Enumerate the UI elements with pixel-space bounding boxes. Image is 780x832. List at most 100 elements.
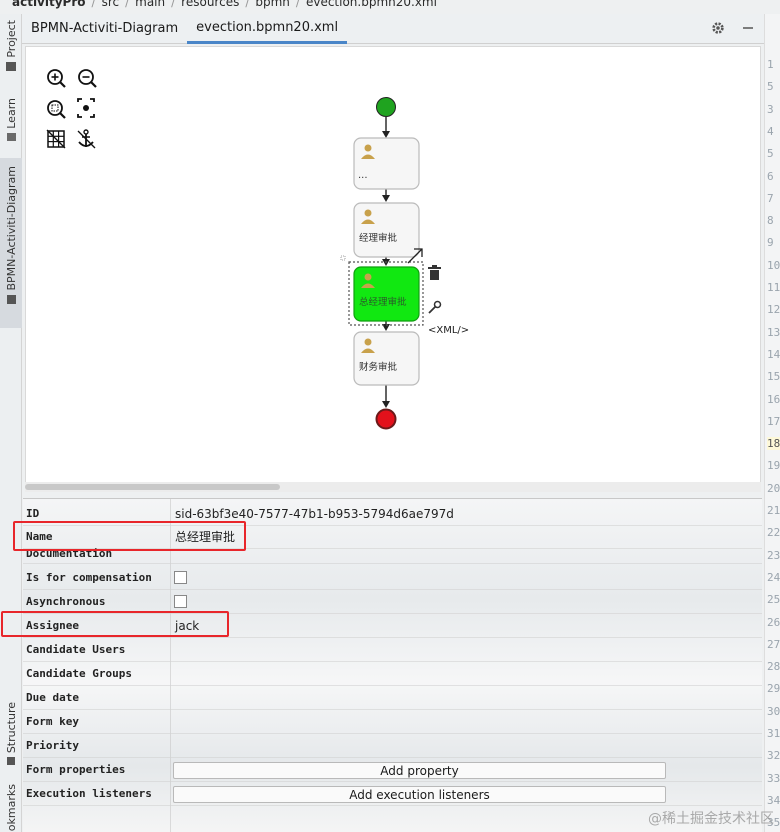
line-number: 25	[767, 593, 780, 607]
diagram-icon	[6, 294, 16, 304]
line-number: 10	[767, 258, 780, 272]
is-for-compensation-checkbox[interactable]	[174, 571, 187, 584]
property-row-form-key: Form key	[23, 710, 762, 734]
tab-project-label: Project	[4, 20, 18, 58]
structure-icon	[7, 757, 15, 766]
tab-bookmarks[interactable]: okmarks	[0, 784, 22, 832]
breadcrumb-bpmn[interactable]: bpmn	[255, 0, 290, 9]
breadcrumb-separator: /	[245, 0, 250, 9]
property-key: Asynchronous	[26, 595, 106, 608]
line-number: 8	[767, 214, 774, 228]
breadcrumb-resources[interactable]: resources	[181, 0, 239, 9]
line-number: 5	[767, 80, 774, 94]
task-label: ...	[358, 170, 368, 181]
line-number: 1	[767, 58, 774, 71]
line-number: 9	[767, 236, 774, 250]
property-row-candidate-groups: Candidate Groups	[23, 662, 762, 686]
breadcrumb-project[interactable]: activityPro	[12, 0, 86, 9]
minimize-icon[interactable]	[740, 20, 756, 36]
breadcrumb-file[interactable]: evection.bpmn20.xml	[306, 0, 437, 9]
line-number: 22	[767, 526, 780, 540]
line-number: 21	[767, 504, 780, 517]
line-number: 20	[767, 481, 780, 495]
line-number: 31	[767, 727, 780, 740]
editor-tab-bar: BPMN-Activiti-Diagram evection.bpmn20.xm…	[22, 14, 764, 44]
editor-gutter: 1 5 3 4 5 6 7 8 9 10 11 12 13 14 15 16 17 18 19 20 21 22 23 24 2…	[764, 14, 780, 832]
trash-icon[interactable]	[428, 265, 441, 280]
end-event[interactable]	[375, 408, 397, 430]
left-tool-strip: Project Learn BPMN-Activiti-Diagram Stru…	[0, 14, 22, 832]
line-number: 30	[767, 704, 780, 718]
task-label: 经理审批	[359, 232, 398, 244]
line-number: 3	[767, 102, 774, 116]
breadcrumb-separator: /	[91, 0, 96, 9]
breadcrumb-src[interactable]: src	[102, 0, 120, 9]
line-number: 6	[767, 169, 774, 183]
zoom-out-icon[interactable]	[78, 69, 97, 88]
tab-evection-xml[interactable]: evection.bpmn20.xml	[187, 14, 348, 44]
diagram-canvas[interactable]: ... 经理审批 总经理审批 <XML/> 财务审批	[25, 46, 761, 492]
tab-label: BPMN-Activiti-Diagram	[31, 21, 179, 36]
breadcrumb-main[interactable]: main	[135, 0, 165, 9]
zoom-fit-icon[interactable]	[47, 100, 66, 119]
xml-hint-label[interactable]: <XML/>	[428, 325, 469, 336]
tab-learn[interactable]: Learn	[0, 98, 22, 158]
start-event[interactable]	[376, 97, 396, 117]
property-row-priority: Priority	[23, 734, 762, 758]
line-number: 18	[767, 437, 780, 451]
wrench-icon[interactable]	[428, 300, 442, 314]
line-number: 15	[767, 370, 780, 384]
line-number: 29	[767, 682, 780, 696]
zoom-in-icon[interactable]	[47, 69, 66, 88]
property-key: Due date	[26, 691, 79, 704]
tab-structure-label: Structure	[4, 702, 18, 754]
user-task[interactable]: ...	[353, 137, 420, 190]
property-key: Form properties	[26, 763, 126, 776]
line-number: 5	[767, 147, 774, 161]
center-focus-icon[interactable]	[77, 98, 95, 118]
line-number: 27	[767, 637, 780, 651]
line-number: 19	[767, 459, 780, 473]
breadcrumb-separator: /	[125, 0, 130, 9]
user-task-general-manager[interactable]: 总经理审批	[340, 255, 424, 326]
scrollbar-thumb[interactable]	[25, 484, 280, 490]
anchor-icon[interactable]	[77, 129, 96, 149]
add-execution-listeners-button[interactable]: Add execution listeners	[173, 786, 666, 803]
tab-bpmn-diagram[interactable]: BPMN-Activiti-Diagram	[0, 158, 22, 328]
id-value[interactable]: sid-63bf3e40-7577-47b1-b953-5794d6ae797d	[175, 507, 454, 521]
line-number: 28	[767, 660, 780, 674]
line-number: 13	[767, 325, 780, 339]
property-key: Candidate Users	[26, 643, 126, 656]
user-task-finance[interactable]: 财务审批	[353, 331, 420, 386]
name-highlight-box	[13, 521, 246, 551]
line-number: 34	[767, 793, 780, 807]
line-number: 26	[767, 615, 780, 629]
canvas-horizontal-scrollbar[interactable]	[25, 482, 761, 492]
breadcrumb: activityPro / src / main / resources / b…	[0, 0, 780, 11]
gear-icon[interactable]	[710, 20, 726, 36]
line-number: 17	[767, 414, 780, 428]
graduation-cap-icon	[6, 132, 16, 141]
asynchronous-checkbox[interactable]	[174, 595, 187, 608]
add-property-button[interactable]: Add property	[173, 762, 666, 779]
tab-label: evection.bpmn20.xml	[196, 19, 339, 35]
tab-structure[interactable]: Structure	[0, 702, 22, 772]
property-key: Execution listeners	[26, 787, 152, 800]
line-number: 4	[767, 124, 774, 138]
grid-icon[interactable]	[46, 129, 66, 149]
line-number: 12	[767, 303, 780, 317]
tab-bpmn-diagram-label: BPMN-Activiti-Diagram	[4, 166, 18, 291]
tab-bookmarks-label: okmarks	[4, 784, 18, 832]
property-key: Form key	[26, 715, 79, 728]
line-number: 33	[767, 771, 780, 785]
tab-bpmn-activiti-diagram[interactable]: BPMN-Activiti-Diagram	[22, 14, 187, 44]
property-row-form-properties: Form properties Add property	[23, 758, 762, 782]
line-number: 7	[767, 191, 774, 205]
property-key: Priority	[26, 739, 79, 752]
user-task-manager[interactable]: 经理审批	[353, 202, 420, 258]
assignee-highlight-box	[1, 611, 229, 637]
tab-learn-label: Learn	[4, 98, 18, 129]
task-label: 财务审批	[359, 361, 398, 373]
property-row-is-for-compensation: Is for compensation	[23, 566, 762, 590]
tab-project[interactable]: Project	[0, 20, 22, 90]
